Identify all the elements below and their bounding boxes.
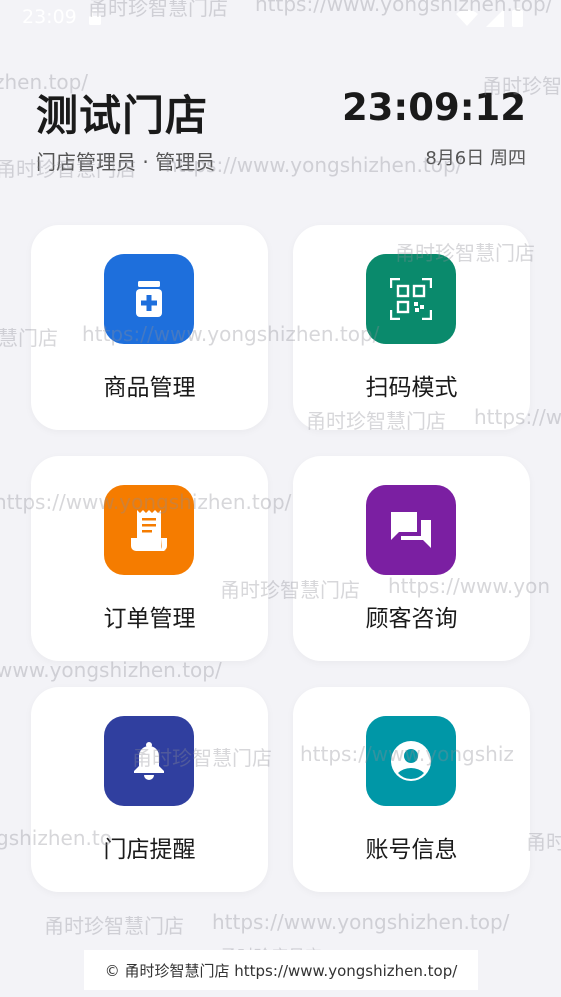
tile-label: 商品管理 — [103, 375, 196, 401]
receipt-icon — [131, 510, 167, 551]
date: 8月6日 周四 — [425, 148, 526, 169]
medicine-jar-icon — [136, 281, 162, 317]
bell-icon — [134, 742, 164, 780]
tile-icon-box — [366, 254, 456, 344]
tile-icon-box — [104, 254, 194, 344]
chat-bubbles-icon — [391, 512, 431, 548]
tile-product-management[interactable]: 商品管理 — [31, 225, 268, 430]
tile-order-management[interactable]: 订单管理 — [31, 456, 268, 661]
watermark-text: 甬时 — [526, 830, 561, 854]
watermark-text: www.yongshizhen.top/ — [0, 658, 222, 682]
tile-label: 门店提醒 — [103, 837, 196, 863]
role-line: 门店管理员 · 管理员 — [36, 150, 216, 174]
copyright-text: © 甬时珍智慧门店 https://www.yongshizhen.top/ — [104, 961, 458, 980]
tile-store-reminder[interactable]: 门店提醒 — [31, 687, 268, 892]
qr-scan-icon — [390, 278, 432, 320]
tile-label: 订单管理 — [103, 606, 196, 632]
tile-icon-box — [104, 485, 194, 575]
tile-icon-box — [104, 716, 194, 806]
account-circle-icon — [391, 741, 431, 781]
footer-copyright: © 甬时珍智慧门店 https://www.yongshizhen.top/ — [84, 950, 478, 990]
store-name: 测试门店 — [36, 91, 209, 140]
tile-scan-mode[interactable]: 扫码模式 — [293, 225, 530, 430]
tile-customer-consulting[interactable]: 顾客咨询 — [293, 456, 530, 661]
tile-icon-box — [366, 716, 456, 806]
watermark-text: 甬时珍智慧门店 — [44, 914, 184, 938]
tile-account-info[interactable]: 账号信息 — [293, 687, 530, 892]
tile-label: 账号信息 — [365, 837, 458, 863]
tile-label: 顾客咨询 — [365, 606, 458, 632]
tile-icon-box — [366, 485, 456, 575]
tile-label: 扫码模式 — [365, 375, 458, 401]
clock: 23:09:12 — [341, 86, 526, 129]
watermark-text: https://www.yongshizhen.top/ — [212, 910, 510, 934]
header: 测试门店 门店管理员 · 管理员 23:09:12 8月6日 周四 — [0, 0, 561, 200]
